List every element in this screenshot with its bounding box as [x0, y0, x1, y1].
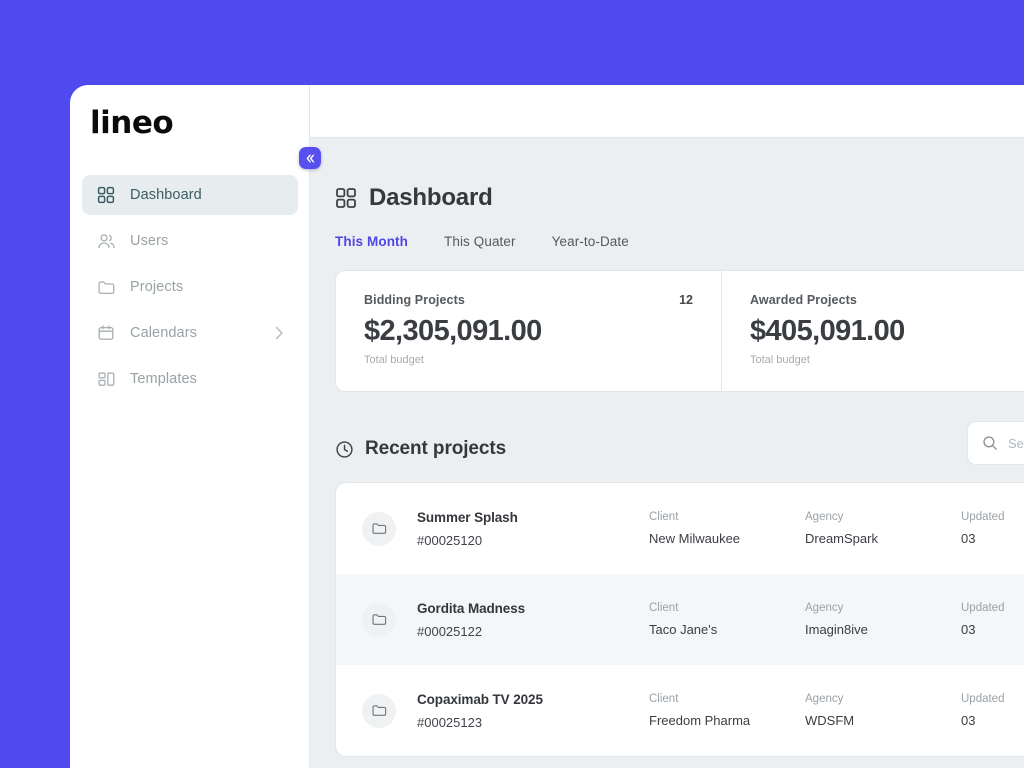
client-label: Client — [649, 511, 805, 523]
project-id: #00025120 — [417, 533, 649, 548]
chevron-right-icon[interactable] — [275, 326, 284, 340]
sidebar-item-templates[interactable]: Templates — [82, 359, 298, 399]
updated-value: 03 — [961, 531, 1024, 546]
tab-this-month[interactable]: This Month — [335, 234, 408, 253]
client-value: New Milwaukee — [649, 531, 805, 546]
stats-summary-card: Bidding Projects 12 $2,305,091.00 Total … — [335, 270, 1024, 392]
top-header-bar — [310, 85, 1024, 138]
updated-value: 03 — [961, 622, 1024, 637]
stat-bidding-projects: Bidding Projects 12 $2,305,091.00 Total … — [336, 271, 721, 391]
sidebar-nav: Dashboard Users — [82, 175, 298, 405]
folder-icon — [362, 512, 396, 546]
updated-cell: Updated 03 — [961, 602, 1024, 637]
project-name-cell: Summer Splash #00025120 — [417, 510, 649, 548]
agency-label: Agency — [805, 602, 961, 614]
grid-icon — [96, 185, 116, 205]
updated-value: 03 — [961, 713, 1024, 728]
sidebar-item-label: Calendars — [130, 325, 197, 341]
agency-value: WDSFM — [805, 713, 961, 728]
sidebar-item-label: Projects — [130, 279, 183, 295]
sidebar-item-users[interactable]: Users — [82, 221, 298, 261]
stat-value: $405,091.00 — [750, 315, 1024, 348]
stat-value: $2,305,091.00 — [364, 315, 693, 348]
agency-value: DreamSpark — [805, 531, 961, 546]
client-value: Taco Jane's — [649, 622, 805, 637]
folder-icon — [96, 277, 116, 297]
calendar-icon — [96, 323, 116, 343]
recent-projects-header: Recent projects — [335, 438, 1024, 460]
agency-label: Agency — [805, 693, 961, 705]
sidebar-item-calendars[interactable]: Calendars — [82, 313, 298, 353]
client-cell: Client Taco Jane's — [649, 602, 805, 637]
table-row[interactable]: Copaximab TV 2025 #00025123 Client Freed… — [336, 665, 1024, 756]
page-title: Dashboard — [369, 184, 493, 212]
search-icon — [982, 435, 998, 451]
app-window: lineo Dashboard — [70, 85, 1024, 768]
client-cell: Client Freedom Pharma — [649, 693, 805, 728]
templates-icon — [96, 369, 116, 389]
table-row[interactable]: Gordita Madness #00025122 Client Taco Ja… — [336, 574, 1024, 665]
updated-label: Updated — [961, 602, 1024, 614]
updated-cell: Updated 03 — [961, 511, 1024, 546]
project-id: #00025122 — [417, 624, 649, 639]
project-name: Copaximab TV 2025 — [417, 692, 649, 707]
recent-projects-title: Recent projects — [365, 438, 506, 460]
tab-year-to-date[interactable]: Year-to-Date — [552, 234, 629, 253]
project-name-cell: Gordita Madness #00025122 — [417, 601, 649, 639]
stat-count: 12 — [679, 293, 693, 307]
project-name-cell: Copaximab TV 2025 #00025123 — [417, 692, 649, 730]
sidebar-item-projects[interactable]: Projects — [82, 267, 298, 307]
period-tabs: This Month This Quater Year-to-Date — [335, 234, 1024, 253]
client-cell: Client New Milwaukee — [649, 511, 805, 546]
client-value: Freedom Pharma — [649, 713, 805, 728]
stat-sublabel: Total budget — [364, 354, 693, 366]
app-logo: lineo — [90, 105, 173, 141]
sidebar-collapse-button[interactable] — [299, 147, 321, 169]
folder-icon — [362, 694, 396, 728]
sidebar-item-label: Templates — [130, 371, 197, 387]
stat-awarded-projects: Awarded Projects 3 $405,091.00 Total bud… — [721, 271, 1024, 391]
double-chevron-left-icon — [305, 153, 316, 164]
tab-this-quarter[interactable]: This Quater — [444, 234, 516, 253]
agency-cell: Agency DreamSpark — [805, 511, 961, 546]
updated-label: Updated — [961, 511, 1024, 523]
stat-header: Bidding Projects 12 — [364, 293, 693, 307]
stat-header: Awarded Projects 3 — [750, 293, 1024, 307]
table-row[interactable]: Summer Splash #00025120 Client New Milwa… — [336, 483, 1024, 574]
updated-label: Updated — [961, 693, 1024, 705]
sidebar-item-label: Users — [130, 233, 168, 249]
agency-value: Imagin8ive — [805, 622, 961, 637]
project-name: Gordita Madness — [417, 601, 649, 616]
search-box[interactable] — [967, 421, 1024, 465]
grid-icon — [335, 187, 357, 209]
clock-icon — [335, 440, 354, 459]
stat-label: Awarded Projects — [750, 293, 857, 307]
project-id: #00025123 — [417, 715, 649, 730]
client-label: Client — [649, 602, 805, 614]
agency-label: Agency — [805, 511, 961, 523]
stat-label: Bidding Projects — [364, 293, 465, 307]
recent-projects-list: Summer Splash #00025120 Client New Milwa… — [335, 482, 1024, 757]
sidebar: lineo Dashboard — [70, 85, 310, 768]
folder-icon — [362, 603, 396, 637]
stat-sublabel: Total budget — [750, 354, 1024, 366]
main-content: Dashboard This Month This Quater Year-to… — [310, 138, 1024, 768]
sidebar-item-label: Dashboard — [130, 187, 202, 203]
client-label: Client — [649, 693, 805, 705]
updated-cell: Updated 03 — [961, 693, 1024, 728]
project-name: Summer Splash — [417, 510, 649, 525]
search-input[interactable] — [1008, 436, 1024, 451]
agency-cell: Agency WDSFM — [805, 693, 961, 728]
sidebar-item-dashboard[interactable]: Dashboard — [82, 175, 298, 215]
users-icon — [96, 231, 116, 251]
agency-cell: Agency Imagin8ive — [805, 602, 961, 637]
page-header: Dashboard — [335, 184, 1024, 212]
